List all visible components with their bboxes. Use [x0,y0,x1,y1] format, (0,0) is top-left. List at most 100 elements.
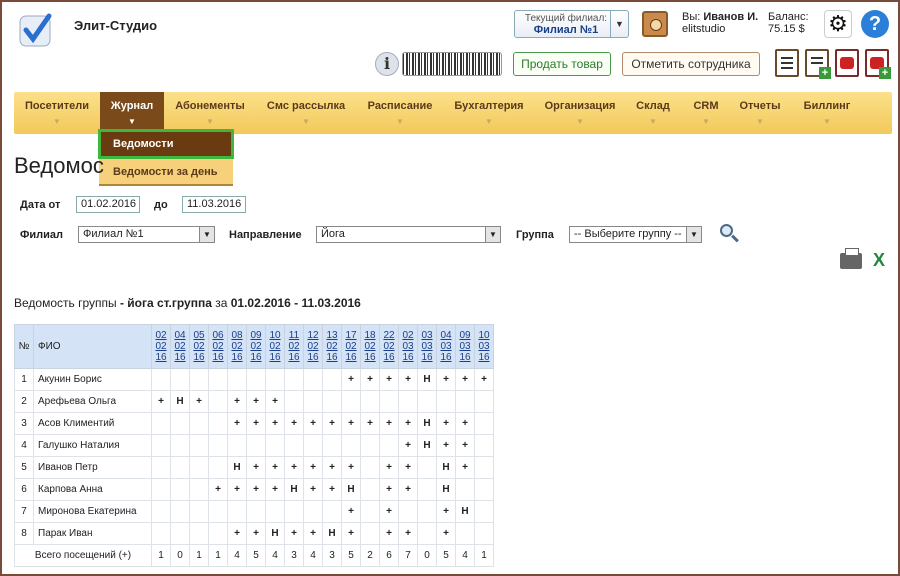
attendance-cell[interactable] [151,434,171,457]
attendance-cell[interactable]: + [322,456,342,479]
attendance-cell[interactable]: + [436,500,456,523]
attendance-cell[interactable] [170,456,190,479]
col-header-date[interactable]: 05 02 16 [189,324,209,369]
attendance-cell[interactable] [284,500,304,523]
attendance-cell[interactable] [151,478,171,501]
dropdown-item-sheets[interactable]: Ведомости [98,129,234,159]
attendance-cell[interactable] [474,500,494,523]
attendance-cell[interactable]: + [379,478,399,501]
attendance-cell[interactable] [189,412,209,435]
menu-item-journal[interactable]: Журнал ▼ [100,92,164,134]
attendance-cell[interactable] [417,500,437,523]
attendance-cell[interactable] [265,368,285,391]
attendance-cell[interactable]: + [246,478,266,501]
col-header-date[interactable]: 04 02 16 [170,324,190,369]
attendance-cell[interactable]: + [284,412,304,435]
attendance-cell[interactable] [474,478,494,501]
attendance-cell[interactable]: Н [341,478,361,501]
branch-selector[interactable]: Текущий филиал: Филиал №1 ▼ [514,10,629,38]
attendance-cell[interactable] [170,500,190,523]
col-header-date[interactable]: 02 02 16 [151,324,171,369]
dropdown-item-sheets-day[interactable]: Ведомости за день [99,158,233,186]
attendance-cell[interactable]: + [284,522,304,545]
attendance-cell[interactable]: + [151,390,171,413]
attendance-cell[interactable]: + [208,478,228,501]
attendance-cell[interactable]: + [265,412,285,435]
attendance-cell[interactable]: + [398,412,418,435]
attendance-cell[interactable]: Н [436,456,456,479]
attendance-cell[interactable] [189,522,209,545]
attendance-cell[interactable]: + [436,522,456,545]
logo-icon[interactable] [18,12,54,48]
attendance-cell[interactable]: + [189,390,209,413]
attendance-cell[interactable]: + [246,522,266,545]
excel-export-icon[interactable]: X [868,250,890,270]
attendance-cell[interactable] [151,368,171,391]
attendance-cell[interactable] [379,434,399,457]
attendance-cell[interactable]: Н [417,412,437,435]
attendance-cell[interactable] [322,500,342,523]
col-header-date[interactable]: 09 03 16 [455,324,475,369]
attendance-cell[interactable]: + [227,522,247,545]
attendance-cell[interactable] [170,412,190,435]
attendance-cell[interactable] [208,434,228,457]
barcode-input[interactable] [402,52,502,76]
phone-icon[interactable] [835,49,859,77]
col-header-date[interactable]: 13 02 16 [322,324,342,369]
help-icon[interactable]: ? [861,10,889,38]
col-header-date[interactable]: 22 02 16 [379,324,399,369]
attendance-cell[interactable] [322,390,342,413]
attendance-cell[interactable] [303,390,323,413]
sell-product-button[interactable]: Продать товар [513,52,611,76]
menu-item-visitors[interactable]: Посетители ▼ [18,92,96,134]
attendance-cell[interactable] [436,390,456,413]
phone-add-icon[interactable]: + [865,49,891,79]
attendance-cell[interactable] [151,412,171,435]
attendance-cell[interactable] [208,412,228,435]
col-header-date[interactable]: 09 02 16 [246,324,266,369]
attendance-cell[interactable]: + [341,368,361,391]
attendance-cell[interactable]: Н [322,522,342,545]
attendance-cell[interactable]: Н [227,456,247,479]
attendance-cell[interactable]: + [265,390,285,413]
attendance-cell[interactable] [303,434,323,457]
menu-item-organization[interactable]: Организация ▼ [540,92,620,134]
menu-item-schedule[interactable]: Расписание ▼ [360,92,440,134]
attendance-cell[interactable] [398,500,418,523]
col-header-date[interactable]: 10 03 16 [474,324,494,369]
attendance-cell[interactable]: + [436,434,456,457]
attendance-cell[interactable] [379,390,399,413]
date-to-input[interactable]: 11.03.2016 [182,196,246,213]
attendance-cell[interactable] [151,522,171,545]
attendance-cell[interactable] [417,456,437,479]
attendance-cell[interactable] [246,434,266,457]
attendance-cell[interactable] [322,368,342,391]
attendance-cell[interactable]: + [398,368,418,391]
col-header-date[interactable]: 04 03 16 [436,324,456,369]
attendance-cell[interactable] [474,412,494,435]
col-header-date[interactable]: 17 02 16 [341,324,361,369]
attendance-cell[interactable]: + [379,522,399,545]
attendance-cell[interactable]: Н [455,500,475,523]
attendance-cell[interactable] [303,368,323,391]
gear-icon[interactable]: ⚙ [824,10,852,38]
attendance-cell[interactable] [474,390,494,413]
attendance-cell[interactable] [208,456,228,479]
attendance-cell[interactable]: Н [265,522,285,545]
attendance-cell[interactable] [170,478,190,501]
attendance-cell[interactable]: + [341,456,361,479]
direction-select[interactable]: Йога ▼ [316,226,501,243]
attendance-cell[interactable]: + [360,412,380,435]
col-header-date[interactable]: 03 03 16 [417,324,437,369]
group-select[interactable]: -- Выберите группу -- ▼ [569,226,702,243]
attendance-cell[interactable] [189,368,209,391]
attendance-cell[interactable]: + [398,522,418,545]
attendance-cell[interactable]: + [284,456,304,479]
attendance-cell[interactable] [284,434,304,457]
menu-item-sms[interactable]: Смс рассылка ▼ [260,92,352,134]
attendance-cell[interactable] [227,434,247,457]
col-header-date[interactable]: 11 02 16 [284,324,304,369]
attendance-cell[interactable] [227,368,247,391]
attendance-cell[interactable]: Н [170,390,190,413]
clipboard-icon[interactable] [775,49,799,77]
